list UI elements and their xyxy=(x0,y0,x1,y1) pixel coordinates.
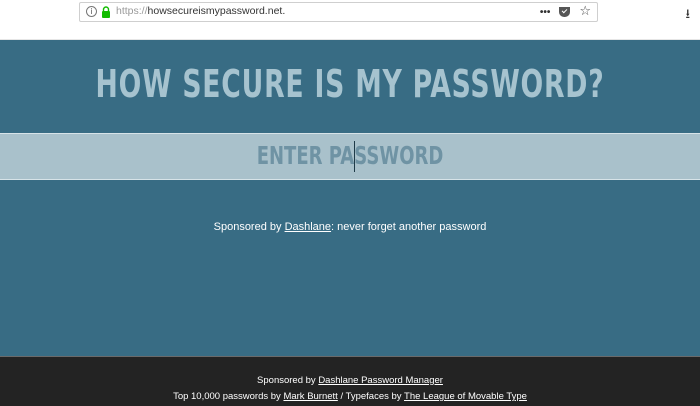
url-host: howsecureismypassword.net. xyxy=(147,5,286,17)
info-icon[interactable]: i xyxy=(86,6,97,17)
lock-icon[interactable] xyxy=(101,6,111,18)
dashlane-link[interactable]: Dashlane xyxy=(285,221,331,233)
text-caret xyxy=(354,141,355,172)
footer-credits-prefix: Top 10,000 passwords by xyxy=(173,391,284,402)
download-icon[interactable]: ⭳ xyxy=(685,5,690,27)
footer-credits-middle: / Typefaces by xyxy=(337,391,405,402)
footer-sponsor-prefix: Sponsored by xyxy=(257,375,319,386)
main-section: HOW SECURE IS MY PASSWORD? ENTER PASSWOR… xyxy=(0,40,700,356)
page-footer: Sponsored by Dashlane Password Manager T… xyxy=(0,356,700,406)
url-text[interactable]: https://howsecureismypassword.net. xyxy=(116,5,285,17)
mark-burnett-link[interactable]: Mark Burnett xyxy=(283,391,337,402)
password-input[interactable] xyxy=(0,134,700,179)
dashlane-password-manager-link[interactable]: Dashlane Password Manager xyxy=(318,375,443,386)
pocket-icon[interactable] xyxy=(559,7,571,17)
address-bar[interactable]: i https://howsecureismypassword.net. •••… xyxy=(79,2,598,22)
league-of-movable-type-link[interactable]: The League of Movable Type xyxy=(404,391,527,402)
url-protocol: https:// xyxy=(116,5,148,17)
address-bar-actions: ••• ☆ xyxy=(540,4,591,19)
page-title: HOW SECURE IS MY PASSWORD? xyxy=(95,62,605,106)
browser-toolbar: i https://howsecureismypassword.net. •••… xyxy=(0,0,700,40)
bookmark-star-icon[interactable]: ☆ xyxy=(579,4,591,19)
footer-credits-line: Top 10,000 passwords by Mark Burnett / T… xyxy=(0,391,700,402)
password-field-band: ENTER PASSWORD xyxy=(0,133,700,180)
sponsor-suffix: : never forget another password xyxy=(331,221,487,233)
sponsor-prefix: Sponsored by xyxy=(213,221,285,233)
more-actions-icon[interactable]: ••• xyxy=(540,7,551,18)
footer-sponsor-line: Sponsored by Dashlane Password Manager xyxy=(0,375,700,386)
sponsor-message: Sponsored by Dashlane: never forget anot… xyxy=(0,221,700,233)
